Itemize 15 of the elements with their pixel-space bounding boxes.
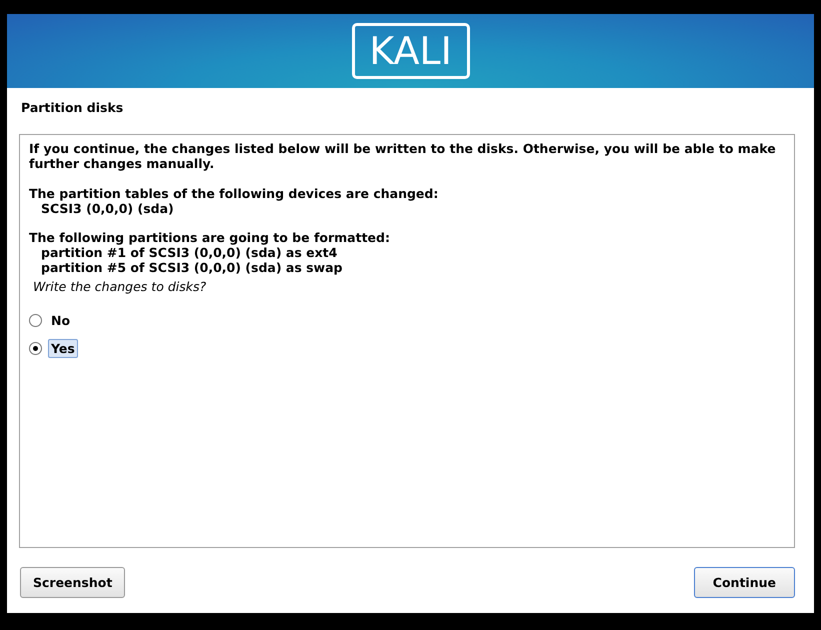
dialog-button[interactable]: Continue bbox=[694, 567, 795, 598]
intro-text: If you continue, the changes listed below will be written to the disks. Otherwise, you will be able to make further changes manually. bbox=[29, 141, 777, 171]
option-label[interactable]: No bbox=[48, 310, 74, 330]
radio-button[interactable] bbox=[29, 314, 42, 326]
list-item: partition #1 of SCSI3 (0,0,0) (sda) as ext4 bbox=[40, 245, 338, 260]
dialog-button[interactable]: Screenshot bbox=[20, 567, 126, 598]
section-heading: The partition tables of the following devices are changed: bbox=[29, 186, 440, 201]
section-heading: The following partitions are going to be formatted: bbox=[29, 230, 391, 245]
radio-button[interactable] bbox=[29, 342, 42, 354]
logo: KALI bbox=[352, 23, 470, 79]
list-item: SCSI3 (0,0,0) (sda) bbox=[40, 201, 175, 216]
page-title: Partition disks bbox=[21, 100, 124, 117]
option-label[interactable]: Yes bbox=[48, 338, 78, 358]
question-text: Write the changes to disks? bbox=[33, 279, 208, 294]
list-item: partition #5 of SCSI3 (0,0,0) (sda) as swap bbox=[40, 260, 344, 275]
